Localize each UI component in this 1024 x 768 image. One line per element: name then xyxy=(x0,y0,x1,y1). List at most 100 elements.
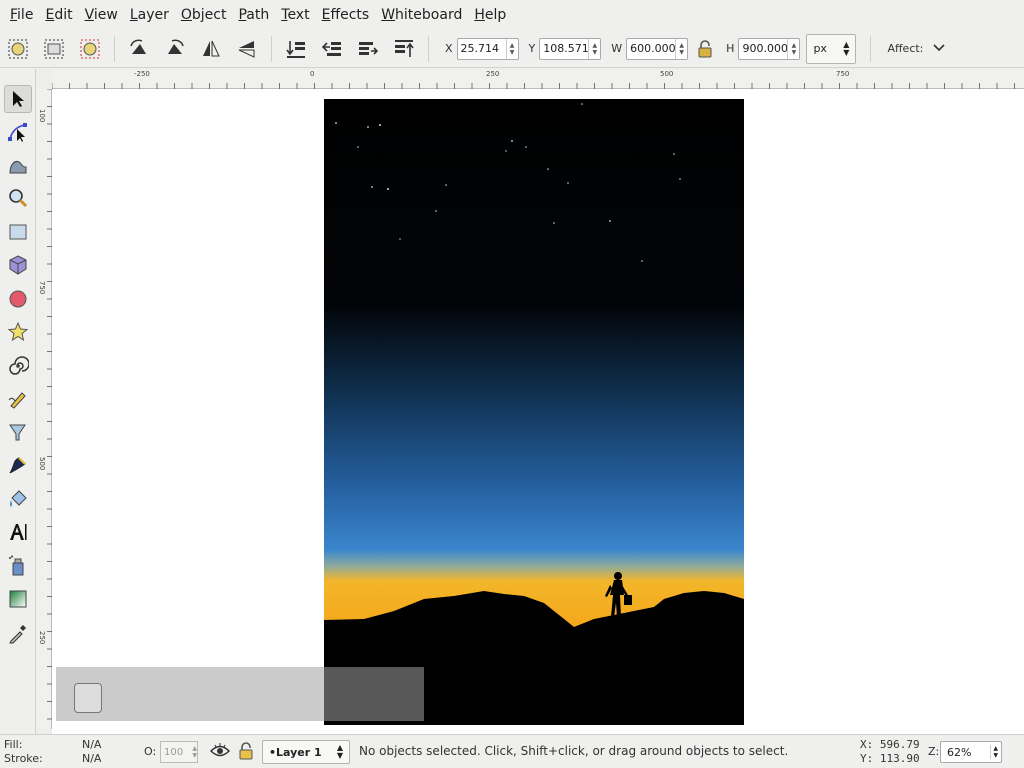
menu-bar: File Edit View Layer Object Path Text Effects Wh… xyxy=(0,0,1024,30)
separator xyxy=(114,35,115,62)
flip-horizontal-button[interactable] xyxy=(197,35,225,63)
gradient-tool-icon xyxy=(9,590,27,608)
menu-help[interactable]: Help xyxy=(468,0,512,30)
tweak-tool-icon xyxy=(9,161,27,174)
cursor-y: Y: 113.90 xyxy=(860,752,920,765)
zoom-value: 62% xyxy=(947,745,972,759)
toggle-lock-button[interactable] xyxy=(238,742,254,764)
spiral-tool[interactable] xyxy=(4,352,32,380)
opacity-value: 100 xyxy=(164,746,184,758)
x-field[interactable]: ▲▼ xyxy=(456,37,519,60)
artwork-page[interactable] xyxy=(324,99,744,725)
lock-ratio-button[interactable] xyxy=(694,35,716,63)
lower-to-bottom-button[interactable] xyxy=(282,35,310,63)
w-label: W xyxy=(611,42,623,55)
w-field[interactable]: ▲▼ xyxy=(626,37,689,60)
h-spin-arrows[interactable]: ▲ ▼ xyxy=(787,38,799,59)
menu-layer[interactable]: Layer xyxy=(124,0,175,30)
pencil-tool[interactable] xyxy=(4,385,32,413)
separator xyxy=(428,35,429,62)
tweak-tool[interactable] xyxy=(4,151,32,179)
ruler-label: 250 xyxy=(486,70,500,78)
mouse-icon xyxy=(74,683,102,713)
menu-effects[interactable]: Effects xyxy=(316,0,376,30)
separator xyxy=(870,35,872,62)
opacity-label: O: xyxy=(144,745,157,758)
calligraphy-tool[interactable] xyxy=(4,452,32,480)
star-tool[interactable] xyxy=(4,318,32,346)
unit-value: px xyxy=(813,42,827,55)
select-all-layers-button[interactable] xyxy=(40,35,68,63)
w-input[interactable] xyxy=(627,42,676,55)
y-field[interactable]: ▲▼ xyxy=(539,37,602,60)
paint-bucket-tool[interactable] xyxy=(4,485,32,513)
rect-tool[interactable] xyxy=(4,218,32,246)
toggle-visibility-button[interactable] xyxy=(210,742,230,764)
ruler-label: 100 xyxy=(38,109,46,123)
y-spin-arrows[interactable]: ▲ ▼ xyxy=(588,38,600,59)
h-input[interactable] xyxy=(739,42,788,55)
lower-button[interactable] xyxy=(318,35,346,63)
lock-icon xyxy=(698,39,712,57)
pen-tool-icon xyxy=(9,424,26,441)
menu-file[interactable]: File xyxy=(4,0,39,30)
menu-whiteboard[interactable]: Whiteboard xyxy=(375,0,468,30)
cursor-x: X: 596.79 xyxy=(860,738,920,751)
menu-text[interactable]: Text xyxy=(275,0,315,30)
ruler-label: 750 xyxy=(836,70,850,78)
x-input[interactable] xyxy=(457,42,506,55)
menu-view[interactable]: View xyxy=(79,0,124,30)
layer-name: •Layer 1 xyxy=(269,745,322,759)
deselect-button[interactable] xyxy=(76,35,104,63)
raise-button[interactable] xyxy=(354,35,382,63)
node-tool[interactable] xyxy=(4,118,32,146)
toolbox xyxy=(0,69,36,734)
ruler-label: 500 xyxy=(38,457,46,471)
y-input[interactable] xyxy=(540,42,589,55)
w-spin-arrows[interactable]: ▲ ▼ xyxy=(675,38,687,59)
fill-value: N/A xyxy=(82,738,102,751)
ellipse-tool[interactable] xyxy=(4,285,32,313)
pencil-tool-icon xyxy=(8,392,26,409)
opacity-field[interactable]: 100 ▲ ▼ xyxy=(160,741,198,763)
rotate-ccw-button[interactable] xyxy=(125,35,153,63)
zoom-tool[interactable] xyxy=(4,184,32,212)
dropper-tool[interactable] xyxy=(4,619,32,647)
stroke-value: N/A xyxy=(82,752,102,765)
menu-path[interactable]: Path xyxy=(232,0,275,30)
separator xyxy=(271,35,272,62)
vertical-ruler[interactable]: 100 750 500 250 xyxy=(36,89,52,729)
layer-select[interactable]: •Layer 1 ▲ ▼ xyxy=(262,740,350,764)
chevron-down-icon xyxy=(933,42,945,55)
menu-edit[interactable]: Edit xyxy=(39,0,78,30)
pen-tool[interactable] xyxy=(4,418,32,446)
chevron-updown-icon: ▲ ▼ xyxy=(336,743,343,760)
canvas[interactable] xyxy=(52,89,1024,734)
ellipse-tool-icon xyxy=(9,290,27,308)
lock-icon xyxy=(239,742,253,760)
zoom-spin-arrows[interactable]: ▲ ▼ xyxy=(990,745,1001,759)
gradient-tool[interactable] xyxy=(4,585,32,613)
unit-select[interactable]: px ▲ ▼ xyxy=(806,33,857,64)
selector-tool[interactable] xyxy=(4,85,32,113)
status-bar: Fill: N/A Stroke: N/A O: 100 ▲ ▼ •Layer 1… xyxy=(0,734,1024,768)
horizontal-ruler[interactable]: -250 0 250 500 750 xyxy=(52,69,1024,89)
flip-vertical-button[interactable] xyxy=(233,35,261,63)
y-label: Y xyxy=(528,42,536,55)
opacity-spin-arrows[interactable]: ▲ ▼ xyxy=(192,745,197,759)
3d-box-tool[interactable] xyxy=(4,251,32,279)
select-all-button[interactable] xyxy=(4,35,32,63)
rotate-cw-button[interactable] xyxy=(161,35,189,63)
fill-label: Fill: xyxy=(4,738,23,751)
x-spin-arrows[interactable]: ▲ ▼ xyxy=(505,38,518,59)
h-field[interactable]: ▲▼ xyxy=(738,37,801,60)
3d-box-tool-icon xyxy=(9,255,27,275)
raise-to-top-button[interactable] xyxy=(390,35,418,63)
chevron-updown-icon: ▲ ▼ xyxy=(843,39,850,57)
text-tool[interactable] xyxy=(4,518,32,546)
spray-tool[interactable] xyxy=(4,552,32,580)
sunset-illustration xyxy=(324,99,744,725)
zoom-field[interactable]: 62% ▲ ▼ xyxy=(940,741,1002,763)
affect-toggle[interactable]: Affect: xyxy=(887,42,945,55)
menu-object[interactable]: Object xyxy=(175,0,233,30)
